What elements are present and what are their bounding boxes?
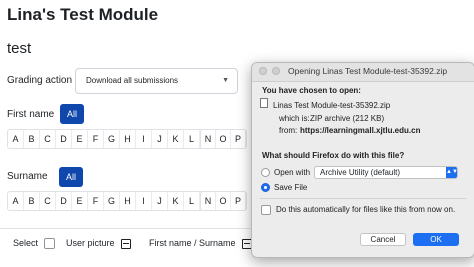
- firstname-letter[interactable]: J: [152, 130, 168, 148]
- firstname-letter[interactable]: P: [231, 130, 246, 148]
- surname-letter[interactable]: P: [231, 192, 246, 210]
- surname-filter-label: Surname: [7, 171, 48, 182]
- activity-subtitle: test: [7, 40, 32, 57]
- surname-letter[interactable]: L: [184, 192, 200, 210]
- surname-letter-bar: A B C D E F G H I J K L M: [7, 191, 217, 211]
- save-file-label[interactable]: Save File: [274, 183, 307, 192]
- firstname-letter[interactable]: L: [184, 130, 200, 148]
- chosen-heading: You have chosen to open:: [262, 86, 361, 95]
- firstname-letter-bar-right: N O P: [200, 129, 247, 149]
- open-with-label[interactable]: Open with: [274, 168, 310, 177]
- firstname-letter[interactable]: F: [88, 130, 104, 148]
- firstname-letter[interactable]: O: [216, 130, 231, 148]
- file-type: ZIP archive (212 KB): [310, 114, 385, 123]
- name-column-label[interactable]: First name / Surname: [149, 238, 236, 248]
- surname-letter[interactable]: A: [8, 192, 24, 210]
- firstname-filter-label: First name: [7, 109, 55, 120]
- surname-letter-bar-right: N O P: [200, 191, 247, 211]
- select-all-checkbox[interactable]: [43, 238, 55, 250]
- surname-letter[interactable]: F: [88, 192, 104, 210]
- firstname-letter[interactable]: E: [72, 130, 88, 148]
- page-title: Lina's Test Module: [7, 5, 159, 24]
- firstname-letter[interactable]: K: [168, 130, 184, 148]
- chevron-updown-icon: ▲▼: [446, 167, 458, 178]
- firstname-letter[interactable]: N: [201, 130, 216, 148]
- firstname-letter-bar: A B C D E F G H I J K L M: [7, 129, 217, 149]
- application-select[interactable]: Archive Utility (default) ▲▼: [314, 166, 458, 179]
- surname-letter[interactable]: D: [56, 192, 72, 210]
- surname-letter[interactable]: I: [136, 192, 152, 210]
- firstname-letter[interactable]: I: [136, 130, 152, 148]
- surname-letter[interactable]: B: [24, 192, 40, 210]
- firstname-all-button[interactable]: All: [60, 104, 84, 124]
- open-file-dialog: Opening Linas Test Module-test-35392.zip…: [251, 62, 474, 258]
- dialog-title: Opening Linas Test Module-test-35392.zip: [288, 66, 448, 76]
- source-url: https://learningmall.xjtlu.edu.cn: [300, 126, 421, 135]
- firstname-letter[interactable]: D: [56, 130, 72, 148]
- surname-letter[interactable]: G: [104, 192, 120, 210]
- which-is-label: which is:: [279, 114, 310, 123]
- grading-action-label: Grading action: [7, 75, 73, 86]
- select-label: Select: [13, 238, 39, 248]
- save-file-radio[interactable]: [261, 183, 270, 192]
- application-value: Archive Utility (default): [320, 168, 401, 177]
- action-question: What should Firefox do with this file?: [262, 151, 405, 160]
- close-window-icon[interactable]: [259, 67, 267, 75]
- auto-action-checkbox[interactable]: [261, 205, 271, 215]
- file-name: Linas Test Module-test-35392.zip: [273, 101, 391, 110]
- surname-letter[interactable]: K: [168, 192, 184, 210]
- chevron-down-icon: ▼: [222, 77, 229, 84]
- minimize-window-icon[interactable]: [272, 67, 280, 75]
- ok-button[interactable]: OK: [413, 233, 459, 246]
- submissions-table-header: Select User picture First name / Surname: [0, 228, 253, 257]
- user-picture-column-header: User picture: [66, 238, 132, 249]
- from-label: from:: [279, 126, 298, 135]
- dialog-titlebar: Opening Linas Test Module-test-35392.zip: [252, 63, 474, 82]
- file-icon: [260, 98, 268, 108]
- surname-letter[interactable]: J: [152, 192, 168, 210]
- surname-letter[interactable]: E: [72, 192, 88, 210]
- firstname-letter[interactable]: C: [40, 130, 56, 148]
- grading-action-value: Download all submissions: [86, 76, 179, 85]
- firstname-letter[interactable]: H: [120, 130, 136, 148]
- grading-action-select[interactable]: Download all submissions ▼: [75, 68, 238, 94]
- cancel-button[interactable]: Cancel: [360, 233, 406, 246]
- surname-letter[interactable]: H: [120, 192, 136, 210]
- surname-all-button[interactable]: All: [59, 167, 83, 187]
- name-column-header: First name / Surname: [149, 238, 253, 249]
- collapse-column-icon[interactable]: [121, 238, 132, 249]
- firstname-letter[interactable]: A: [8, 130, 24, 148]
- dialog-divider: [260, 198, 466, 199]
- auto-action-label[interactable]: Do this automatically for files like thi…: [276, 205, 455, 214]
- surname-letter[interactable]: N: [201, 192, 216, 210]
- firstname-letter[interactable]: B: [24, 130, 40, 148]
- select-column-header: Select: [13, 238, 55, 250]
- open-with-radio[interactable]: [261, 168, 270, 177]
- surname-letter[interactable]: O: [216, 192, 231, 210]
- surname-letter[interactable]: C: [40, 192, 56, 210]
- firstname-letter[interactable]: G: [104, 130, 120, 148]
- user-picture-label: User picture: [66, 238, 115, 248]
